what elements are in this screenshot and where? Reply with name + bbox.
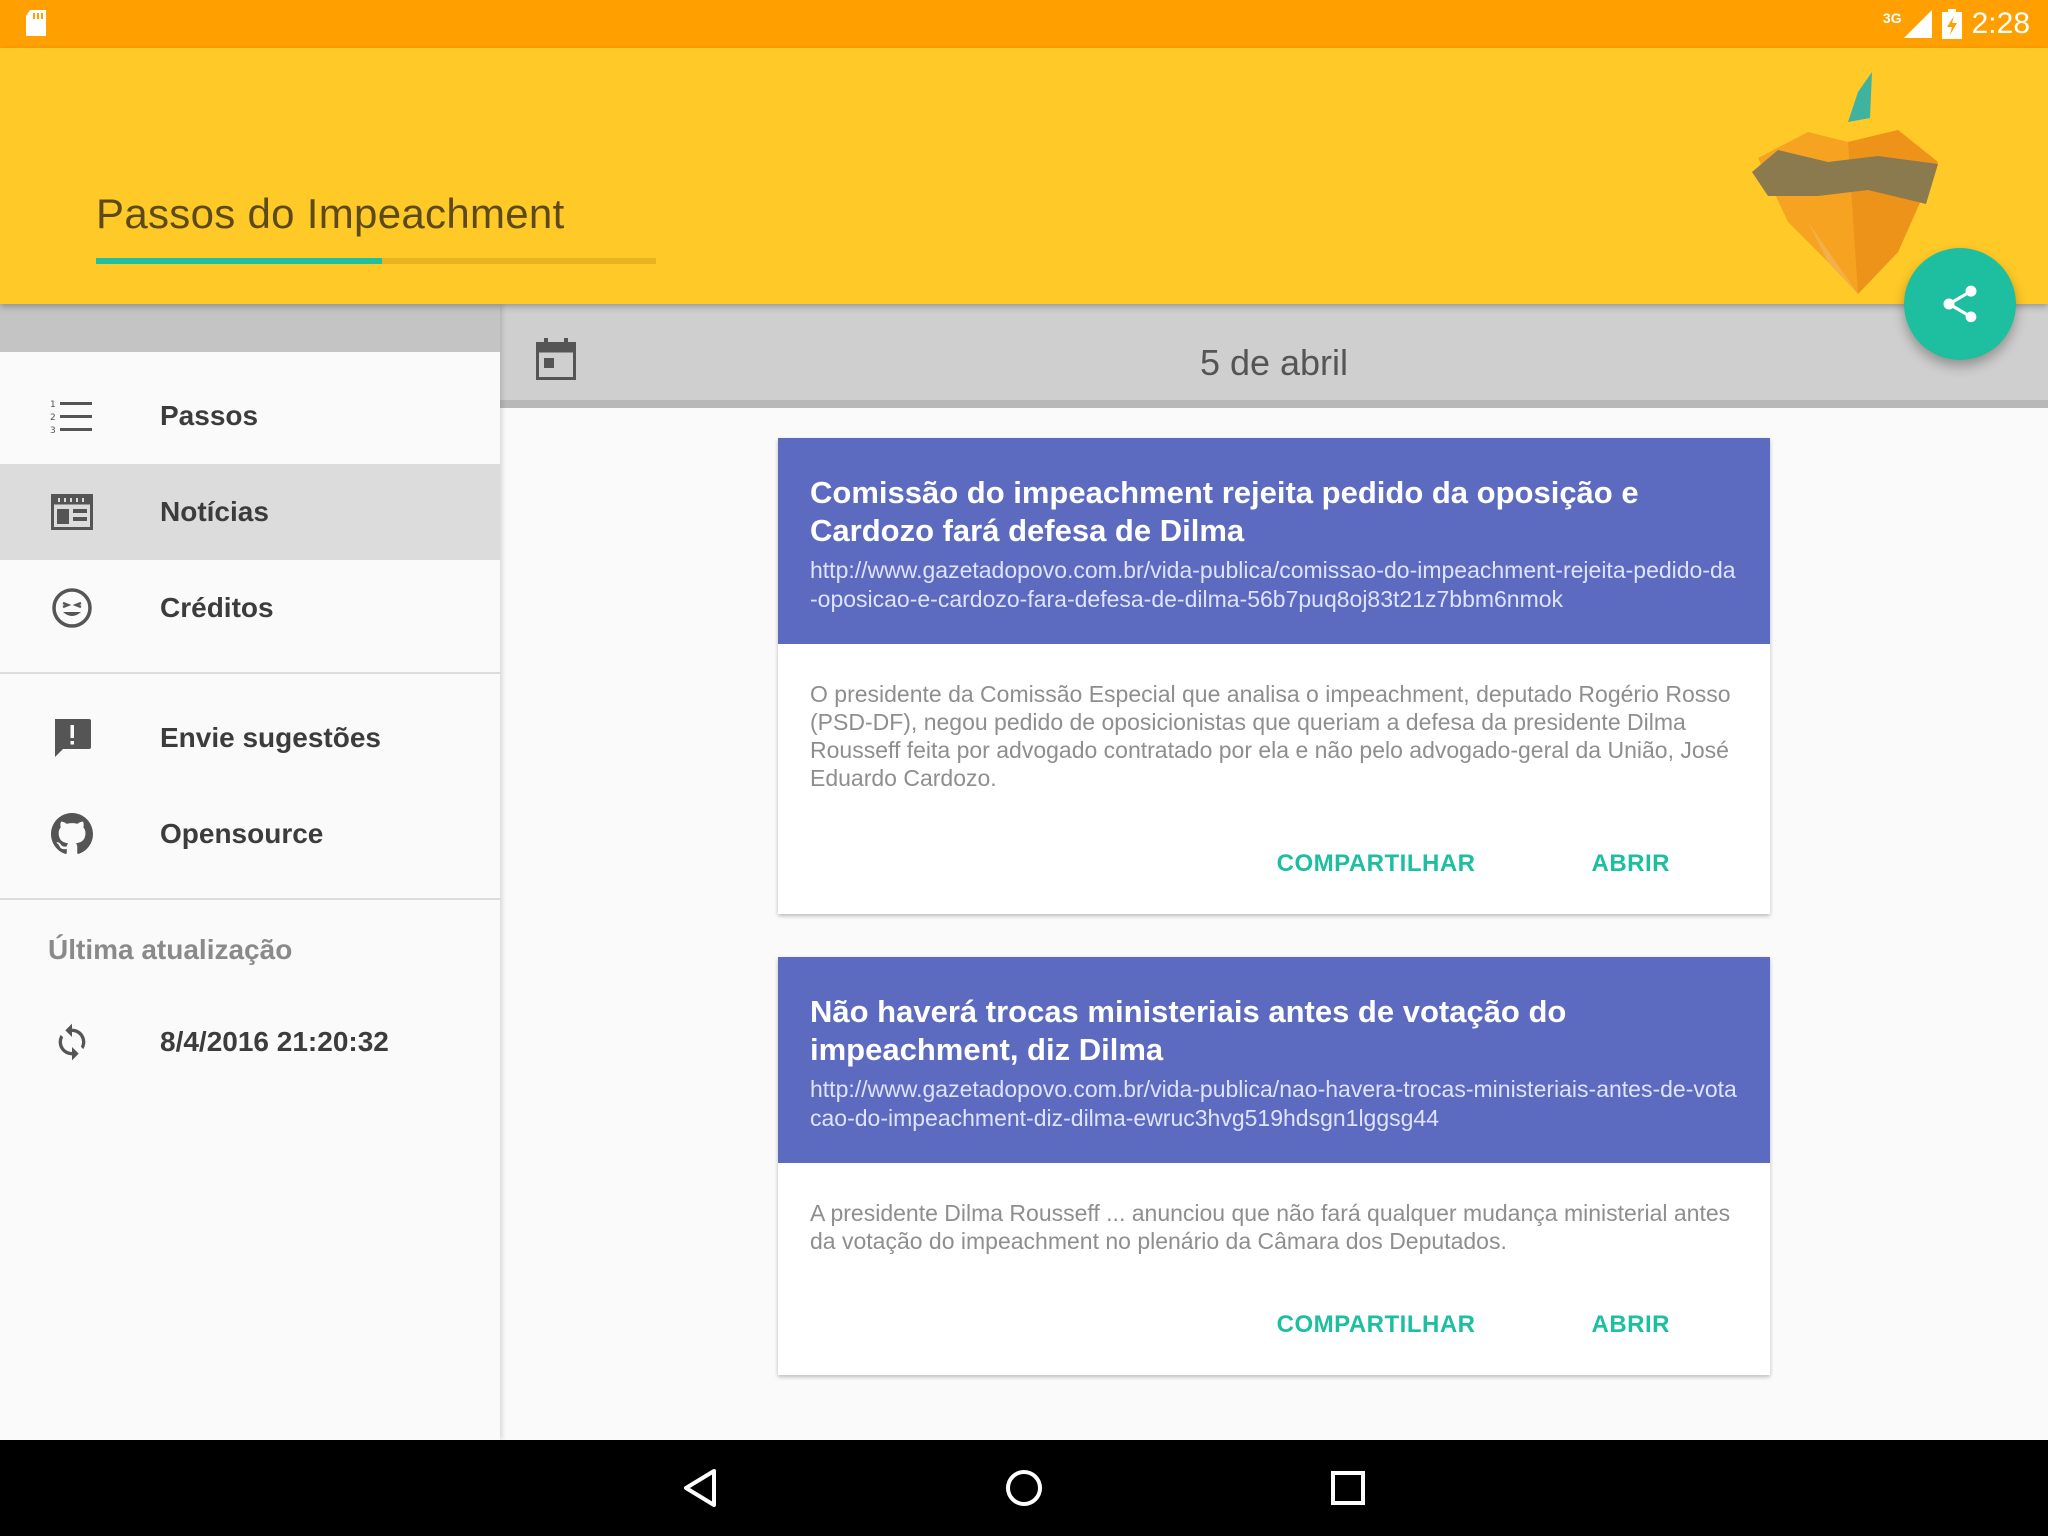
drawer-header [0,304,500,352]
drawer-item-label: Envie sugestões [160,722,381,753]
svg-text:2: 2 [50,413,56,423]
last-update-value: 8/4/2016 21:20:32 [160,1026,389,1057]
recents-button[interactable] [1324,1464,1372,1512]
app-bar: Passos do Impeachment [0,48,2048,304]
news-card-header[interactable]: Comissão do impeachment rejeita pedido d… [778,438,1770,644]
current-date: 5 de abril [1199,342,1349,383]
date-header: 5 de abril [500,304,2048,408]
news-title: Comissão do impeachment rejeita pedido d… [810,475,1639,548]
back-icon [684,1469,716,1507]
numbered-list-icon: 1 2 3 [48,392,96,440]
clock: 2:28 [1971,7,2030,40]
drawer-item-creditos[interactable]: Créditos [0,560,500,656]
drawer-item-envie-sugestoes[interactable]: Envie sugestões [0,690,500,786]
share-button[interactable]: COMPARTILHAR [1277,1311,1476,1339]
drawer-item-opensource[interactable]: Opensource [0,786,500,882]
share-icon [1943,285,1977,323]
navigation-drawer: 1 2 3 Passos Notícias Créditos Envie sug… [0,304,500,1440]
feedback-icon [48,714,96,762]
news-summary: A presidente Dilma Rousseff ... anunciou… [810,1200,1731,1254]
system-nav-bar [0,1440,2048,1536]
recents-icon [1331,1471,1365,1505]
share-button[interactable]: COMPARTILHAR [1277,850,1476,878]
news-url[interactable]: http://www.gazetadopovo.com.br/vida-publ… [810,1075,1738,1133]
back-button[interactable] [676,1464,724,1512]
drawer-item-label: Créditos [160,592,274,623]
step-progress-fill [96,258,382,264]
status-bar: 3G 2:28 [0,0,2048,48]
news-url[interactable]: http://www.gazetadopovo.com.br/vida-publ… [810,556,1738,614]
drawer-divider [0,898,500,900]
battery-charging-icon [1941,9,1962,39]
news-card: Comissão do impeachment rejeita pedido d… [778,438,1770,914]
svg-text:1: 1 [50,400,56,410]
network-type: 3G [1882,10,1902,26]
sd-card-icon [26,10,46,36]
last-update-row: 8/4/2016 21:20:32 [0,994,500,1090]
news-card: Não haverá trocas ministeriais antes de … [778,957,1770,1375]
sync-icon [48,1018,96,1066]
news-summary: O presidente da Comissão Especial que an… [810,681,1731,791]
share-fab[interactable] [1904,248,2016,360]
drawer-item-label: Passos [160,400,259,431]
home-button[interactable] [1000,1464,1048,1512]
news-card-header[interactable]: Não haverá trocas ministeriais antes de … [778,957,1770,1163]
home-icon [1006,1470,1042,1506]
svg-text:3: 3 [50,426,56,434]
app-title: Passos do Impeachment [96,190,565,237]
open-button[interactable]: ABRIR [1592,850,1671,878]
signal-icon [1903,10,1932,38]
drawer-item-label: Opensource [160,818,324,849]
last-update-heading: Última atualização [48,934,293,965]
smiley-icon [48,584,96,632]
drawer-item-passos[interactable]: 1 2 3 Passos [0,368,500,464]
drawer-item-noticias[interactable]: Notícias [0,464,500,560]
open-button[interactable]: ABRIR [1592,1311,1671,1339]
drawer-divider [0,672,500,674]
news-icon [48,488,96,536]
drawer-item-label: Notícias [160,496,269,527]
news-title: Não haverá trocas ministeriais antes de … [810,994,1567,1067]
github-icon [48,810,96,858]
